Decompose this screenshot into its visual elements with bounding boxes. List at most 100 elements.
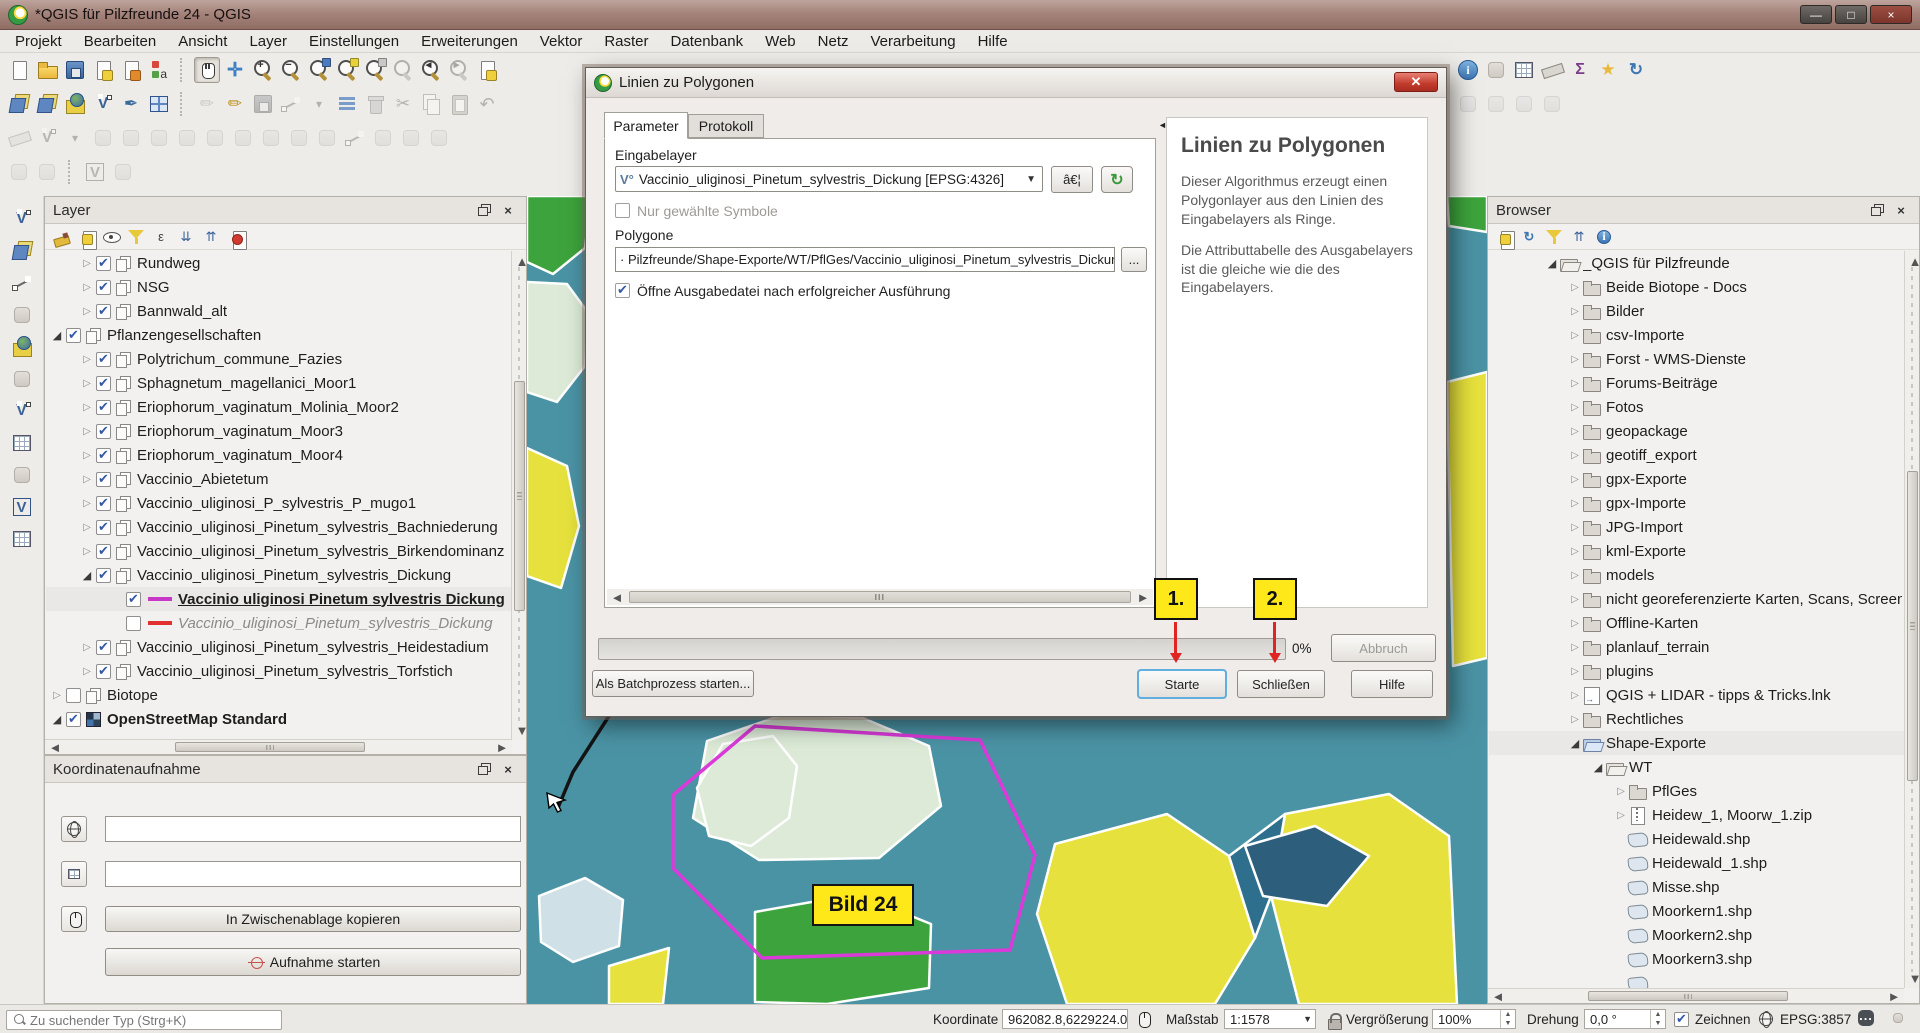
- side-node-tool-button[interactable]: [9, 270, 35, 296]
- manage-map-themes-button[interactable]: [101, 227, 121, 247]
- expander-icon[interactable]: ▷: [1568, 306, 1582, 317]
- input-layer-combobox[interactable]: V° Vaccinio_uliginosi_Pinetum_sylvestris…: [615, 166, 1043, 192]
- browser-tree-item[interactable]: ▷kml-Exporte: [1489, 539, 1904, 563]
- new-project-button[interactable]: [6, 57, 32, 83]
- expander-icon[interactable]: ◢: [50, 329, 64, 342]
- expander-icon[interactable]: ◢: [1545, 257, 1559, 270]
- crs-status[interactable]: EPSG:3857: [1780, 1012, 1851, 1027]
- expander-icon[interactable]: ▷: [80, 306, 94, 317]
- expander-icon[interactable]: ▷: [80, 426, 94, 437]
- layer-tree-item[interactable]: ▷Eriophorum_vaginatum_Molinia_Moor2: [46, 395, 512, 419]
- menu-raster[interactable]: Raster: [593, 30, 659, 52]
- coordinate-field-grid[interactable]: [105, 861, 521, 887]
- expander-icon[interactable]: ▷: [1568, 450, 1582, 461]
- visibility-checkbox[interactable]: [96, 280, 111, 295]
- render-checkbox[interactable]: [1674, 1012, 1689, 1027]
- lock-scale-icon[interactable]: [1322, 1009, 1342, 1029]
- expander-icon[interactable]: ▷: [1568, 594, 1582, 605]
- copy-to-clipboard-button[interactable]: In Zwischenablage kopieren: [105, 906, 521, 932]
- scroll-thumb[interactable]: [629, 591, 1131, 603]
- filter-legend-button[interactable]: [126, 227, 146, 247]
- expander-icon[interactable]: ▷: [80, 666, 94, 677]
- expander-icon[interactable]: ▷: [1568, 474, 1582, 485]
- menu-layer[interactable]: Layer: [238, 30, 298, 52]
- open-layer-styling-button[interactable]: [51, 227, 71, 247]
- expand-all-button[interactable]: ⇊: [176, 227, 196, 247]
- zoom-full-button[interactable]: [306, 57, 332, 83]
- data-source-manager-button[interactable]: [6, 91, 32, 117]
- browse-button[interactable]: ...: [1121, 247, 1147, 272]
- extra-tool-3-button[interactable]: [1511, 91, 1537, 117]
- magnifier-spinbox[interactable]: 100% ▲▼: [1432, 1009, 1516, 1029]
- side-vertex-tool-button[interactable]: V: [9, 398, 35, 424]
- crs-coordinate-button[interactable]: [61, 816, 87, 842]
- scroll-up-icon[interactable]: ▲: [512, 251, 532, 271]
- side-vector-tool-button[interactable]: V: [9, 206, 35, 232]
- open-output-checkbox[interactable]: [615, 283, 630, 298]
- search-input[interactable]: [30, 1013, 260, 1028]
- browser-tree-item[interactable]: ▷Bilder: [1489, 299, 1904, 323]
- browser-tree-item[interactable]: Moorkern2.shp: [1489, 923, 1904, 947]
- browser-tree-item[interactable]: ▷Forums-Beiträge: [1489, 371, 1904, 395]
- scroll-left-icon[interactable]: ◄: [45, 737, 65, 757]
- project-properties-button[interactable]: [118, 57, 144, 83]
- expander-icon[interactable]: ▷: [1568, 570, 1582, 581]
- only-selected-checkbox[interactable]: [615, 203, 630, 218]
- layer-tree-item[interactable]: ▷Vaccinio_uliginosi_Pinetum_sylvestris_B…: [46, 515, 512, 539]
- extra-tool-1-button[interactable]: [1455, 91, 1481, 117]
- delete-selected-button[interactable]: [362, 91, 388, 117]
- digitizing-tool-2-button[interactable]: V: [34, 125, 60, 151]
- zoom-native-button[interactable]: [390, 57, 416, 83]
- expander-icon[interactable]: ▷: [1568, 354, 1582, 365]
- browser-tree-item[interactable]: ▷geopackage: [1489, 419, 1904, 443]
- browser-tree-item[interactable]: Moorkern3.shp: [1489, 947, 1904, 971]
- layer-horizontal-scrollbar[interactable]: ◄ ►: [45, 739, 512, 754]
- layer-tree-item[interactable]: ◢OpenStreetMap Standard: [46, 707, 512, 731]
- undo-button[interactable]: ↶: [474, 91, 500, 117]
- style-manager-button[interactable]: [146, 57, 172, 83]
- layer-tree-item[interactable]: ▷Polytrichum_commune_Fazies: [46, 347, 512, 371]
- selection-tool-4-button[interactable]: [110, 159, 136, 185]
- visibility-checkbox[interactable]: [126, 616, 141, 631]
- scroll-thumb[interactable]: [175, 742, 365, 752]
- browser-tree-item[interactable]: Moorkern1.shp: [1489, 899, 1904, 923]
- layer-vertical-scrollbar[interactable]: ▲ ▼: [511, 251, 526, 740]
- coordinate-field[interactable]: 962082.8,6229224.0: [1002, 1009, 1128, 1029]
- extra-tool-4-button[interactable]: [1539, 91, 1565, 117]
- scroll-left-icon[interactable]: ◄: [607, 587, 627, 607]
- visibility-checkbox[interactable]: [96, 304, 111, 319]
- track-mouse-button[interactable]: [61, 906, 87, 932]
- identify-features-button[interactable]: [1455, 57, 1481, 83]
- expander-icon[interactable]: ◢: [1568, 737, 1582, 750]
- expander-icon[interactable]: ▷: [80, 546, 94, 557]
- browser-tree-item[interactable]: ▷models: [1489, 563, 1904, 587]
- minimize-button[interactable]: —: [1800, 5, 1832, 24]
- digitizing-tool-12-button[interactable]: [314, 125, 340, 151]
- expander-icon[interactable]: ▷: [1568, 666, 1582, 677]
- advanced-digitizing-button[interactable]: ▾: [306, 91, 332, 117]
- browser-tree-item[interactable]: ▷gpx-Importe: [1489, 491, 1904, 515]
- spin-arrows[interactable]: ▲▼: [1500, 1010, 1515, 1028]
- paste-features-button[interactable]: [446, 91, 472, 117]
- new-geopackage-layer-button[interactable]: ✒: [118, 91, 144, 117]
- properties-button[interactable]: [1594, 227, 1614, 247]
- visibility-checkbox[interactable]: [96, 400, 111, 415]
- expander-icon[interactable]: ▷: [1568, 378, 1582, 389]
- expander-icon[interactable]: ◢: [80, 569, 94, 582]
- menu-ansicht[interactable]: Ansicht: [167, 30, 238, 52]
- visibility-checkbox[interactable]: [96, 664, 111, 679]
- side-pin-tool-button[interactable]: [9, 462, 35, 488]
- menu-projekt[interactable]: Projekt: [4, 30, 73, 52]
- coordinate-field-crs[interactable]: [105, 816, 521, 842]
- visibility-checkbox[interactable]: [96, 376, 111, 391]
- visibility-checkbox[interactable]: [96, 352, 111, 367]
- cancel-button[interactable]: Abbruch: [1331, 634, 1436, 662]
- digitizing-tool-9-button[interactable]: [230, 125, 256, 151]
- digitizing-tool-8-button[interactable]: [202, 125, 228, 151]
- digitizing-tool-14-button[interactable]: [370, 125, 396, 151]
- digitizing-tool-4-button[interactable]: [90, 125, 116, 151]
- tab-protocol[interactable]: Protokoll: [688, 114, 764, 138]
- float-panel-button[interactable]: [1867, 201, 1887, 219]
- scroll-down-icon[interactable]: ▼: [1905, 968, 1920, 988]
- expander-icon[interactable]: ▷: [1568, 426, 1582, 437]
